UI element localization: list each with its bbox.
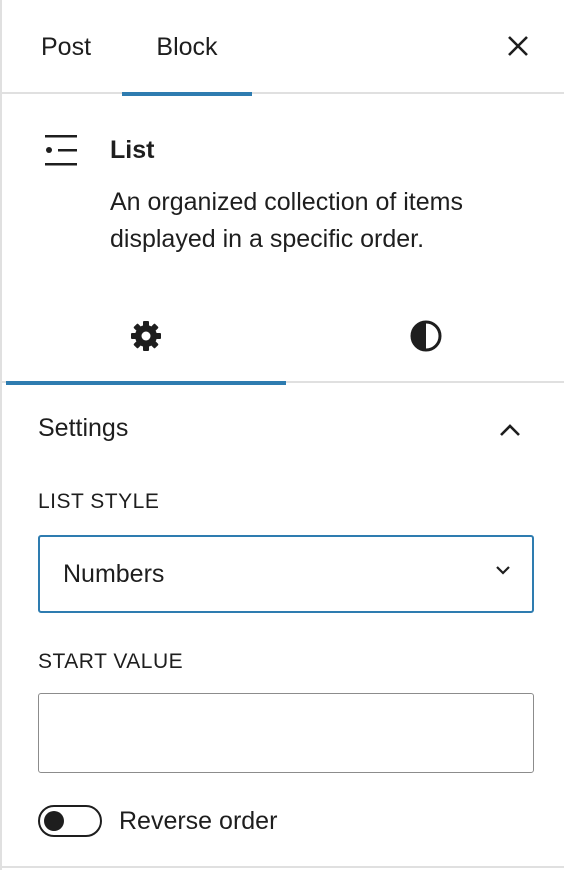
settings-collapse-button[interactable] bbox=[492, 412, 528, 448]
block-inspector-sidebar: Post Block List An organized collection … bbox=[0, 0, 564, 870]
tab-post[interactable]: Post bbox=[22, 0, 110, 94]
reverse-order-label: Reverse order bbox=[119, 807, 278, 835]
tab-settings[interactable] bbox=[6, 288, 286, 385]
sidebar-header: Post Block bbox=[2, 0, 564, 96]
tab-block[interactable]: Block bbox=[122, 0, 252, 96]
reverse-order-toggle[interactable] bbox=[38, 805, 102, 837]
inspector-tabs bbox=[2, 288, 564, 385]
close-icon bbox=[508, 36, 528, 56]
close-button[interactable] bbox=[498, 26, 538, 66]
list-style-label: LIST STYLE bbox=[38, 490, 160, 513]
tab-post-label: Post bbox=[40, 32, 92, 61]
block-description: An organized collection of items display… bbox=[110, 188, 463, 253]
chevron-up-icon bbox=[500, 424, 520, 436]
gear-icon bbox=[131, 320, 161, 351]
start-value-label: START VALUE bbox=[38, 650, 184, 673]
chevron-down-icon bbox=[496, 566, 510, 575]
toggle-knob bbox=[44, 811, 64, 831]
list-style-select[interactable]: Numbers bbox=[38, 535, 534, 613]
list-icon bbox=[45, 135, 77, 166]
tab-styles[interactable] bbox=[286, 288, 564, 383]
tab-block-label: Block bbox=[156, 32, 218, 61]
panel-divider bbox=[2, 866, 564, 868]
settings-panel-title: Settings bbox=[38, 414, 129, 442]
list-style-value: Numbers bbox=[63, 559, 165, 588]
contrast-icon bbox=[410, 320, 442, 351]
start-value-input[interactable] bbox=[38, 693, 534, 773]
block-title: List bbox=[110, 136, 155, 164]
